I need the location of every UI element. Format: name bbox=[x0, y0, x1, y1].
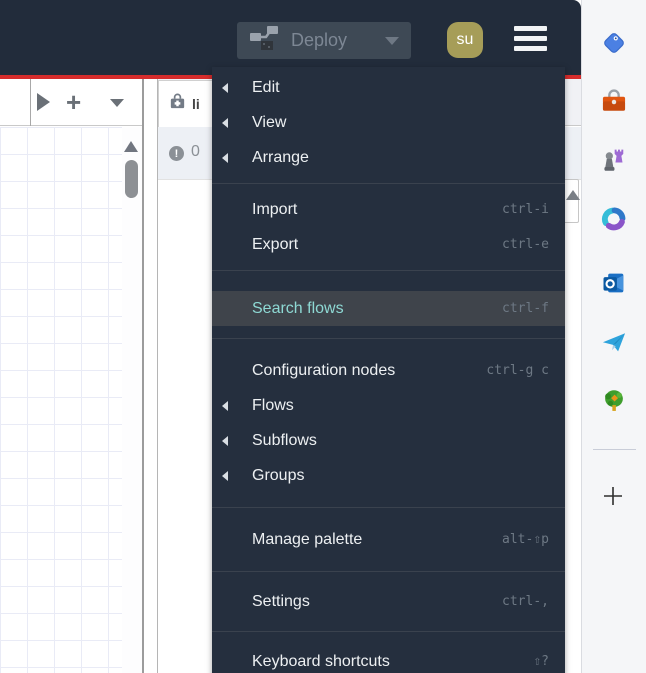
telegram-icon[interactable] bbox=[600, 328, 628, 356]
menu-item-shortcut: alt-⇧p bbox=[502, 532, 549, 547]
menu-item-configuration-nodes[interactable]: Configuration nodes ctrl-g c bbox=[212, 353, 565, 388]
menu-item-label: Manage palette bbox=[252, 530, 363, 548]
menu-item-flows[interactable]: Flows bbox=[212, 388, 565, 423]
hamburger-icon bbox=[514, 46, 547, 51]
issues-badge-icon: ! bbox=[169, 146, 184, 161]
menu-item-edit[interactable]: Edit bbox=[212, 70, 565, 105]
menu-group: Manage palette alt-⇧p bbox=[212, 508, 565, 571]
menu-group: Configuration nodes ctrl-g c Flows Subflows… bbox=[212, 339, 565, 507]
browser-sidebar bbox=[581, 0, 646, 673]
outlook-icon[interactable] bbox=[600, 269, 628, 297]
menu-item-settings[interactable]: Settings ctrl-, bbox=[212, 584, 565, 619]
issues-count: 0 bbox=[191, 143, 200, 160]
tabbar-divider bbox=[30, 79, 31, 126]
deploy-button[interactable]: Deploy bbox=[237, 22, 411, 59]
menu-item-shortcut: ctrl-i bbox=[502, 202, 549, 217]
sidebar-divider bbox=[593, 449, 636, 450]
submenu-arrow-icon bbox=[222, 400, 228, 411]
menu-item-import[interactable]: Import ctrl-i bbox=[212, 192, 565, 227]
user-avatar[interactable]: su bbox=[447, 22, 483, 58]
scroll-up-arrow-icon[interactable] bbox=[124, 141, 138, 152]
menu-group: Search flows ctrl-f bbox=[212, 271, 565, 338]
menu-item-label: Search flows bbox=[252, 299, 344, 317]
app-header: Deploy su bbox=[0, 0, 581, 75]
canvas-scrollbar-track[interactable] bbox=[122, 127, 142, 673]
submenu-arrow-icon bbox=[222, 435, 228, 446]
menu-group: Import ctrl-i Export ctrl-e bbox=[212, 184, 565, 270]
menu-item-shortcut: ctrl-g c bbox=[486, 363, 549, 378]
menu-item-label: View bbox=[252, 113, 287, 131]
add-flow-icon[interactable]: + bbox=[66, 87, 81, 118]
menu-item-view[interactable]: View bbox=[212, 105, 565, 140]
sidebar-tab-label: li bbox=[192, 96, 200, 112]
hamburger-icon bbox=[514, 26, 547, 31]
tree-icon[interactable] bbox=[600, 387, 628, 415]
menu-item-subflows[interactable]: Subflows bbox=[212, 423, 565, 458]
menu-item-label: Groups bbox=[252, 466, 305, 484]
microsoft-365-icon[interactable] bbox=[600, 205, 628, 233]
menu-item-shortcut: ctrl-, bbox=[502, 594, 549, 609]
menu-group: Keyboard shortcuts ⇧? bbox=[212, 632, 565, 673]
menu-item-groups[interactable]: Groups bbox=[212, 458, 565, 493]
menu-item-shortcut: ⇧? bbox=[533, 654, 549, 669]
deploy-icon bbox=[249, 25, 279, 56]
menu-item-label: Flows bbox=[252, 396, 294, 414]
menu-item-label: Settings bbox=[252, 592, 310, 610]
chess-icon[interactable] bbox=[600, 146, 628, 174]
menu-item-search-flows[interactable]: Search flows ctrl-f bbox=[212, 291, 565, 326]
menu-item-label: Export bbox=[252, 235, 299, 253]
main-menu: Edit View Arrange Import ctrl-i Export ctrl-e S… bbox=[212, 67, 565, 673]
submenu-arrow-icon bbox=[222, 152, 228, 163]
deploy-options-caret-icon[interactable] bbox=[385, 36, 399, 45]
menu-item-shortcut: ctrl-f bbox=[502, 301, 549, 316]
screen: Deploy su + li ! 0 Edit View Arrange Imp… bbox=[0, 0, 646, 673]
menu-item-label: Edit bbox=[252, 78, 280, 96]
workspace: + bbox=[0, 79, 144, 673]
submenu-arrow-icon bbox=[222, 117, 228, 128]
flow-list-icon[interactable] bbox=[110, 99, 124, 107]
menu-item-label: Configuration nodes bbox=[252, 361, 396, 379]
scroll-right-icon[interactable] bbox=[37, 93, 50, 111]
canvas-scrollbar-thumb[interactable] bbox=[125, 160, 138, 198]
workspace-tabbar: + bbox=[0, 79, 142, 126]
main-menu-button[interactable] bbox=[514, 26, 547, 55]
menu-item-label: Import bbox=[252, 200, 298, 218]
menu-item-keyboard-shortcuts[interactable]: Keyboard shortcuts ⇧? bbox=[212, 644, 565, 673]
hamburger-icon bbox=[514, 36, 547, 41]
menu-group: Edit View Arrange bbox=[212, 67, 565, 183]
deploy-button-label: Deploy bbox=[291, 30, 348, 50]
submenu-arrow-icon bbox=[222, 470, 228, 481]
menu-item-label: Subflows bbox=[252, 431, 317, 449]
flow-canvas[interactable] bbox=[0, 127, 122, 673]
menu-item-arrange[interactable]: Arrange bbox=[212, 140, 565, 175]
menu-group: Settings ctrl-, bbox=[212, 572, 565, 631]
tag-icon[interactable] bbox=[600, 29, 628, 57]
menu-item-label: Keyboard shortcuts bbox=[252, 652, 390, 670]
menu-item-manage-palette[interactable]: Manage palette alt-⇧p bbox=[212, 522, 565, 557]
toolbox-icon[interactable] bbox=[600, 88, 628, 116]
first-aid-kit-icon bbox=[168, 92, 187, 116]
submenu-arrow-icon bbox=[222, 82, 228, 93]
menu-item-label: Arrange bbox=[252, 148, 309, 166]
menu-item-export[interactable]: Export ctrl-e bbox=[212, 227, 565, 262]
customize-sidebar-plus-icon[interactable] bbox=[602, 485, 624, 507]
node-red-page: Deploy su + li ! 0 Edit View Arrange Imp… bbox=[0, 0, 581, 673]
menu-item-shortcut: ctrl-e bbox=[502, 237, 549, 252]
sidebar-scroll-up-icon[interactable] bbox=[566, 190, 580, 200]
